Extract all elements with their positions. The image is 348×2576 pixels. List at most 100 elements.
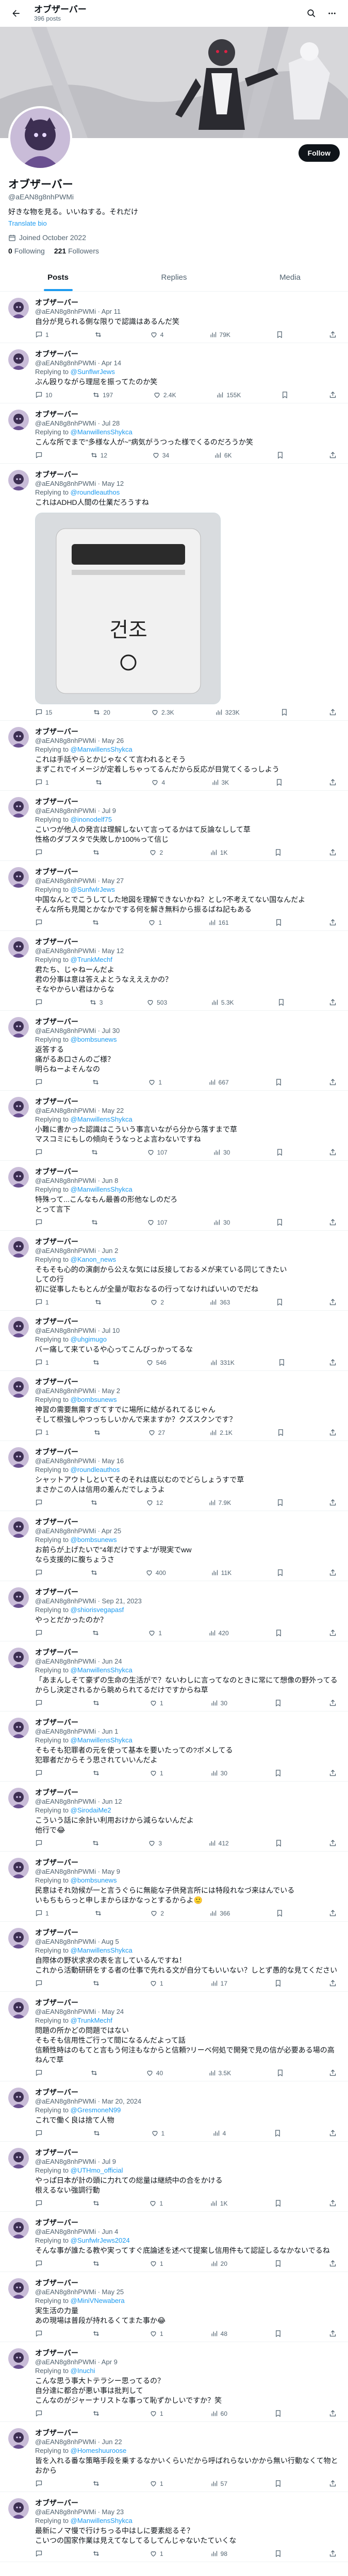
like-button[interactable]: 546 bbox=[146, 1359, 167, 1366]
repost-button[interactable] bbox=[91, 1218, 101, 1226]
tweet-author-name[interactable]: オブザーバー bbox=[35, 1587, 340, 1597]
reply-button[interactable] bbox=[35, 1218, 45, 1226]
bookmark-button[interactable] bbox=[274, 1769, 282, 1777]
reply-to-handle[interactable]: @SunfwlrJews2024 bbox=[71, 2236, 130, 2244]
views-button[interactable]: 4 bbox=[212, 2129, 226, 2137]
reply-button[interactable] bbox=[35, 2069, 45, 2077]
share-button[interactable] bbox=[329, 1218, 337, 1226]
reply-to-handle[interactable]: @TrunkMechf bbox=[71, 956, 112, 963]
views-button[interactable]: 412 bbox=[208, 1839, 229, 1847]
repost-button[interactable]: 12 bbox=[90, 451, 107, 459]
bookmark-button[interactable] bbox=[275, 1629, 283, 1637]
share-button[interactable] bbox=[329, 1359, 337, 1366]
share-button[interactable] bbox=[329, 391, 337, 399]
like-button[interactable]: 2 bbox=[149, 849, 163, 856]
views-button[interactable]: 2.1K bbox=[209, 1429, 233, 1436]
reply-to-handle[interactable]: @MiniVNewabera bbox=[71, 2297, 125, 2304]
share-button[interactable] bbox=[329, 1769, 337, 1777]
repost-button[interactable] bbox=[95, 778, 105, 786]
reply-button[interactable] bbox=[35, 1499, 45, 1506]
tweet[interactable]: オブザーバー @aEAN8g8nhPWMi · Jun 22 Replying to… bbox=[0, 2422, 348, 2492]
views-button[interactable]: 1K bbox=[210, 849, 228, 856]
like-button[interactable]: 107 bbox=[147, 1148, 168, 1156]
reply-to-handle[interactable]: @GresmoneN99 bbox=[71, 2106, 121, 2114]
bookmark-button[interactable] bbox=[276, 1909, 284, 1917]
tweet-author-name[interactable]: オブザーバー bbox=[35, 1928, 340, 1937]
tweet-avatar[interactable] bbox=[8, 1648, 29, 1668]
tweet-author-name[interactable]: オブザーバー bbox=[35, 1718, 340, 1727]
tweet[interactable]: オブザーバー @aEAN8g8nhPWMi · Jul 28 Replying to… bbox=[0, 403, 348, 464]
reply-button[interactable] bbox=[35, 998, 45, 1006]
reply-button[interactable] bbox=[35, 1148, 45, 1156]
views-button[interactable]: 161 bbox=[208, 919, 229, 926]
share-button[interactable] bbox=[329, 778, 337, 786]
repost-button[interactable] bbox=[92, 919, 102, 926]
repost-button[interactable] bbox=[91, 1148, 101, 1156]
views-button[interactable]: 20 bbox=[210, 2260, 227, 2267]
bookmark-button[interactable] bbox=[280, 708, 288, 716]
reply-to-handle[interactable]: @shiorisvegapasf bbox=[71, 1606, 124, 1614]
like-button[interactable]: 1 bbox=[150, 2410, 163, 2417]
like-button[interactable]: 4 bbox=[150, 331, 163, 338]
tweet-author-name[interactable]: オブザーバー bbox=[35, 2348, 340, 2358]
tweet[interactable]: オブザーバー @aEAN8g8nhPWMi · Apr 9 Replying to … bbox=[0, 2342, 348, 2422]
tweet-avatar[interactable] bbox=[8, 1998, 29, 2019]
like-button[interactable]: 2 bbox=[150, 1298, 164, 1306]
repost-button[interactable] bbox=[94, 1909, 105, 1917]
views-button[interactable]: 5.3K bbox=[211, 998, 234, 1006]
reply-button[interactable] bbox=[35, 2199, 45, 2207]
search-button[interactable] bbox=[303, 5, 320, 22]
tweet-author-name[interactable]: オブザーバー bbox=[35, 1998, 340, 2007]
views-button[interactable]: 363 bbox=[209, 1298, 230, 1306]
reply-to-handle[interactable]: @SunflwrJews bbox=[71, 368, 115, 376]
reply-to-handle[interactable]: @inonodelf75 bbox=[71, 816, 112, 823]
tweet[interactable]: オブザーバー @aEAN8g8nhPWMi · May 27 Replying to… bbox=[0, 861, 348, 931]
tweet-media-image[interactable]: 건조 bbox=[35, 513, 221, 704]
reply-button[interactable] bbox=[35, 2330, 45, 2337]
share-button[interactable] bbox=[329, 849, 337, 856]
tweet-author-name[interactable]: オブザーバー bbox=[35, 1237, 340, 1246]
tweet-avatar[interactable] bbox=[8, 2498, 29, 2519]
reply-button[interactable] bbox=[35, 1979, 45, 1987]
repost-button[interactable] bbox=[92, 2480, 103, 2487]
repost-button[interactable] bbox=[92, 1359, 103, 1366]
views-button[interactable]: 323K bbox=[215, 708, 240, 716]
reply-to-handle[interactable]: @ManwillensShykca bbox=[71, 1736, 132, 1744]
share-button[interactable] bbox=[329, 1629, 337, 1637]
tweet[interactable]: オブザーバー @aEAN8g8nhPWMi · May 12 Replying to… bbox=[0, 931, 348, 1011]
share-button[interactable] bbox=[329, 1298, 337, 1306]
bookmark-button[interactable] bbox=[274, 2129, 281, 2137]
tweet-avatar[interactable] bbox=[8, 2348, 29, 2369]
tweet-author-name[interactable]: オブザーバー bbox=[35, 1097, 340, 1106]
bookmark-button[interactable] bbox=[274, 2199, 282, 2207]
share-button[interactable] bbox=[329, 2480, 337, 2487]
tab-posts[interactable]: Posts bbox=[0, 264, 116, 291]
like-button[interactable]: 2.3K bbox=[151, 708, 174, 716]
reply-to-handle[interactable]: @Kanon_news bbox=[71, 1256, 116, 1263]
tweet-avatar[interactable] bbox=[8, 298, 29, 318]
share-button[interactable] bbox=[329, 2069, 337, 2077]
tweet-avatar[interactable] bbox=[8, 2428, 29, 2449]
tweet[interactable]: オブザーバー @aEAN8g8nhPWMi · Mar 20, 2024 Reply… bbox=[0, 2081, 348, 2142]
share-button[interactable] bbox=[329, 2410, 337, 2417]
tweet-author-name[interactable]: オブザーバー bbox=[35, 2088, 340, 2097]
tweet[interactable]: オブザーバー @aEAN8g8nhPWMi · May 2 Replying to … bbox=[0, 1371, 348, 1441]
share-button[interactable] bbox=[329, 1078, 337, 1086]
tweet[interactable]: オブザーバー @aEAN8g8nhPWMi · Jun 12 Replying to… bbox=[0, 1782, 348, 1852]
reply-to-handle[interactable]: @Homeshuuroose bbox=[71, 2447, 127, 2454]
tweet-author-name[interactable]: オブザーバー bbox=[35, 1648, 340, 1657]
tweet-avatar[interactable] bbox=[8, 1858, 29, 1878]
bookmark-button[interactable] bbox=[274, 2330, 282, 2337]
bookmark-button[interactable] bbox=[274, 2410, 282, 2417]
tweet[interactable]: オブザーバー @aEAN8g8nhPWMi · May 16 Replying to… bbox=[0, 1441, 348, 1511]
tweet[interactable]: オブザーバー @aEAN8g8nhPWMi · Jun 4 Replying to … bbox=[0, 2212, 348, 2272]
reply-button[interactable]: 1 bbox=[35, 1909, 49, 1917]
tweet-avatar[interactable] bbox=[8, 797, 29, 818]
share-button[interactable] bbox=[329, 1499, 337, 1506]
tweet-avatar[interactable] bbox=[8, 470, 29, 490]
reply-button[interactable] bbox=[35, 2129, 45, 2137]
tweet[interactable]: オブザーバー @aEAN8g8nhPWMi · May 12 Replying to… bbox=[0, 464, 348, 721]
tweet-author-name[interactable]: オブザーバー bbox=[35, 2278, 340, 2287]
bookmark-button[interactable] bbox=[274, 1699, 282, 1707]
tweet[interactable]: オブザーバー @aEAN8g8nhPWMi · Aug 5 Replying to … bbox=[0, 1922, 348, 1992]
